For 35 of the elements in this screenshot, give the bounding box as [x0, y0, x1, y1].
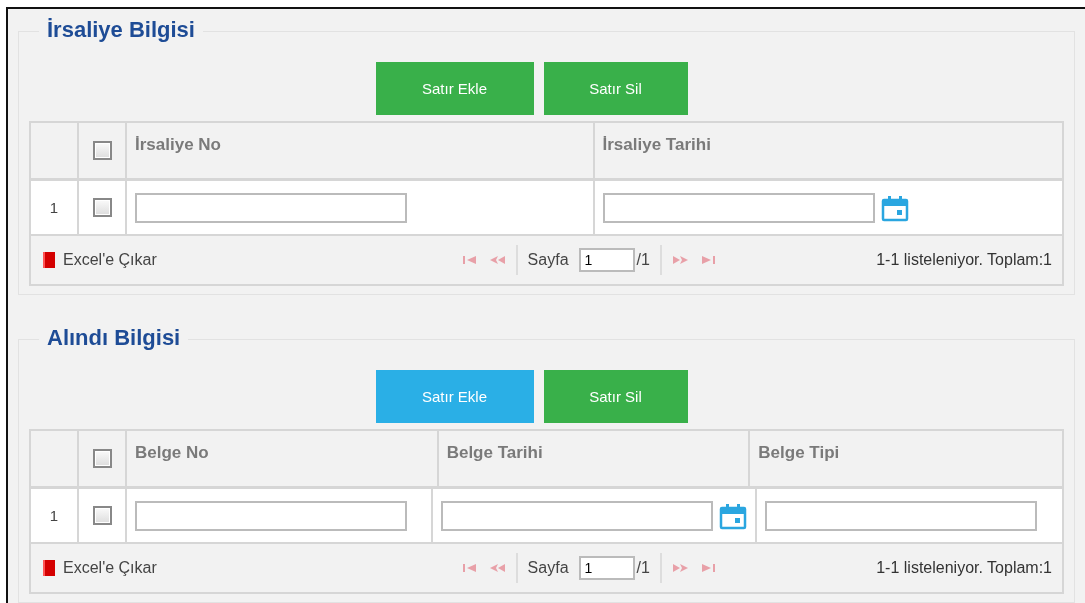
next-page-icon[interactable]	[671, 563, 690, 573]
column-header: İrsaliye Tarihi	[602, 135, 711, 155]
page-label: Sayfa	[527, 251, 569, 269]
column-header: Belge Tipi	[758, 443, 840, 463]
row-number: 1	[49, 507, 59, 524]
text-field[interactable]	[135, 192, 407, 223]
page-field[interactable]: 1	[578, 248, 635, 272]
column-header: İrsaliye No	[135, 135, 221, 155]
page-total: /1	[636, 251, 650, 269]
checkbox[interactable]	[92, 198, 112, 217]
record-summary: 1-1 listeleniyor. Toplam:1	[876, 251, 1052, 269]
section-title: İrsaliye Bilgisi	[39, 17, 203, 43]
spreadsheet-icon[interactable]	[43, 252, 55, 268]
date-field[interactable]	[602, 192, 875, 223]
last-page-icon[interactable]	[699, 255, 718, 265]
checkbox[interactable]	[92, 506, 112, 525]
next-page-icon[interactable]	[671, 255, 690, 265]
calendar-icon[interactable]	[718, 501, 747, 530]
record-summary: 1-1 listeleniyor. Toplam:1	[876, 559, 1052, 577]
calendar-icon[interactable]	[880, 193, 909, 222]
text-field[interactable]	[764, 500, 1037, 531]
row-number: 1	[49, 199, 59, 216]
column-header: Belge Tarihi	[446, 443, 543, 463]
spreadsheet-icon[interactable]	[43, 560, 55, 576]
checkbox[interactable]	[92, 141, 112, 160]
checkbox[interactable]	[92, 449, 112, 468]
page-label: Sayfa	[527, 559, 569, 577]
text-field[interactable]	[135, 500, 407, 531]
page-total: /1	[636, 559, 650, 577]
column-header: Belge No	[135, 443, 209, 463]
page-field[interactable]: 1	[578, 556, 635, 580]
date-field[interactable]	[440, 500, 713, 531]
export-link[interactable]: Excel'e Çıkar	[63, 251, 157, 269]
last-page-icon[interactable]	[699, 563, 718, 573]
export-link[interactable]: Excel'e Çıkar	[63, 559, 157, 577]
